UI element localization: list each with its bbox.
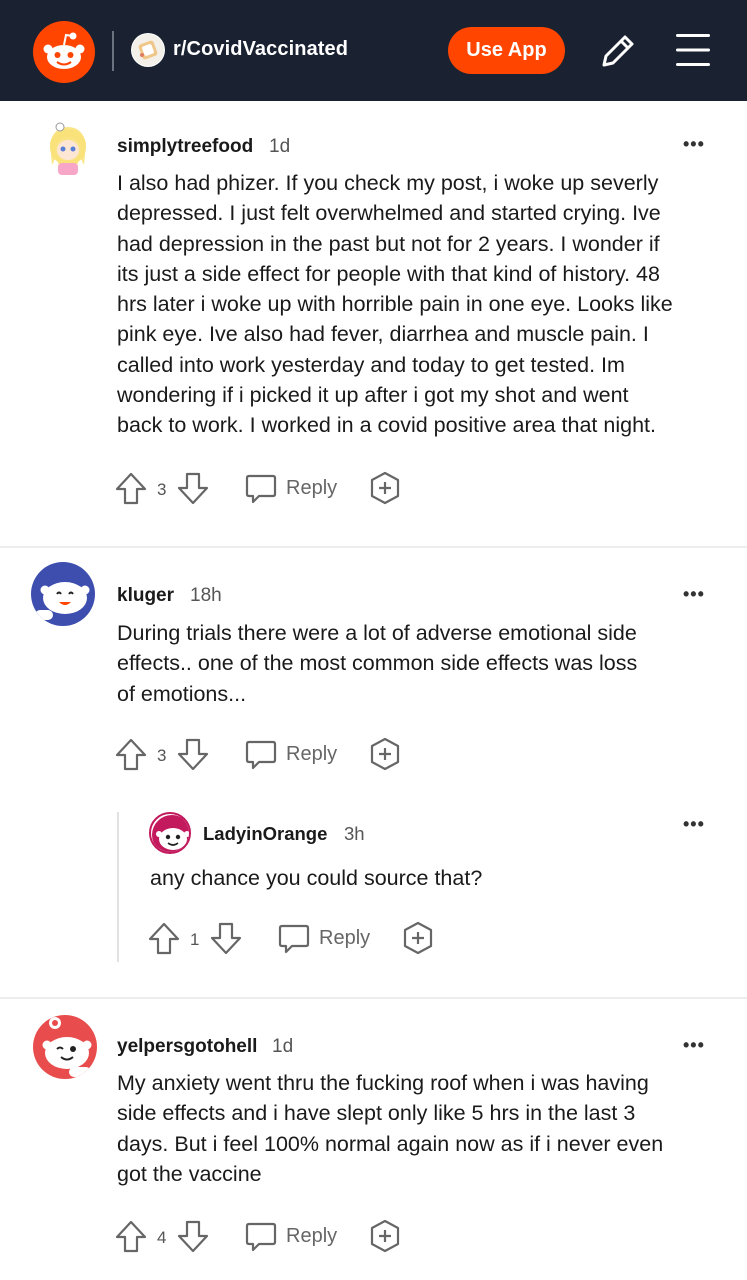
reply-icon[interactable] (243, 736, 279, 772)
vote-count: 4 (157, 1228, 167, 1247)
downvote-icon[interactable] (175, 1218, 211, 1254)
comment-actions: 3 Reply (113, 734, 413, 774)
downvote-icon[interactable] (208, 920, 244, 956)
award-icon[interactable] (367, 470, 403, 506)
more-options-icon[interactable]: ••• (683, 814, 705, 835)
vote-count: 3 (157, 746, 167, 765)
comment-username[interactable]: LadyinOrange (203, 823, 327, 845)
upvote-icon[interactable] (113, 470, 149, 506)
upvote-icon[interactable] (113, 736, 149, 772)
comment-body: During trials there were a lot of advers… (117, 621, 638, 706)
reply-icon[interactable] (243, 470, 279, 506)
more-options-icon[interactable]: ••• (683, 1035, 705, 1056)
upvote-icon[interactable] (146, 920, 182, 956)
reddit-logo-icon[interactable] (33, 21, 95, 83)
comment-body: I also had phizer. If you check my post,… (117, 171, 673, 438)
comment-actions: 4 Reply (113, 1216, 413, 1256)
user-avatar[interactable] (33, 1015, 97, 1079)
award-icon[interactable] (367, 736, 403, 772)
comment-body: any chance you could source that? (150, 866, 483, 890)
award-icon[interactable] (367, 1218, 403, 1254)
user-avatar[interactable] (31, 562, 95, 626)
upvote-icon[interactable] (113, 1218, 149, 1254)
comment-username[interactable]: yelpersgotohell (117, 1036, 257, 1058)
reply-button[interactable]: Reply (319, 927, 370, 950)
downvote-icon[interactable] (175, 736, 211, 772)
reply-button[interactable]: Reply (286, 1225, 337, 1248)
user-avatar[interactable] (149, 812, 191, 854)
comment-age: 1d (272, 1036, 294, 1057)
award-icon[interactable] (400, 920, 436, 956)
vote-count: 1 (190, 930, 200, 949)
subreddit-name[interactable]: r/CovidVaccinated (173, 38, 348, 61)
comment-username[interactable]: simplytreefood (117, 136, 253, 158)
downvote-icon[interactable] (175, 470, 211, 506)
comment: yelpersgotohell 1d ••• My anxiety went t… (0, 999, 747, 1280)
vote-count: 3 (157, 480, 167, 499)
comment-reply: LadyinOrange 3h ••• any chance you could… (0, 810, 747, 970)
top-bar: r/CovidVaccinated Use App (0, 0, 747, 101)
hamburger-menu-icon[interactable] (672, 31, 714, 69)
comment: simplytreefood 1d ••• I also had phizer.… (0, 101, 747, 547)
reply-button[interactable]: Reply (286, 743, 337, 766)
comment-actions: 1 Reply (146, 918, 446, 958)
comment: kluger 18h ••• During trials there were … (0, 548, 747, 998)
comment-age: 1d (269, 136, 291, 157)
reply-icon[interactable] (276, 920, 312, 956)
comment-age: 18h (190, 585, 222, 606)
pencil-icon[interactable] (596, 29, 640, 73)
comment-body: My anxiety went thru the fucking roof wh… (117, 1071, 664, 1186)
more-options-icon[interactable]: ••• (683, 584, 705, 605)
reply-icon[interactable] (243, 1218, 279, 1254)
subreddit-avatar[interactable] (131, 33, 165, 67)
more-options-icon[interactable]: ••• (683, 134, 705, 155)
comment-username[interactable]: kluger (117, 585, 174, 607)
header-divider (112, 31, 114, 71)
use-app-button[interactable]: Use App (448, 27, 565, 74)
reply-button[interactable]: Reply (286, 477, 337, 500)
user-avatar[interactable] (36, 113, 100, 177)
comment-actions: 3 Reply (113, 468, 413, 508)
comment-age: 3h (344, 823, 365, 844)
